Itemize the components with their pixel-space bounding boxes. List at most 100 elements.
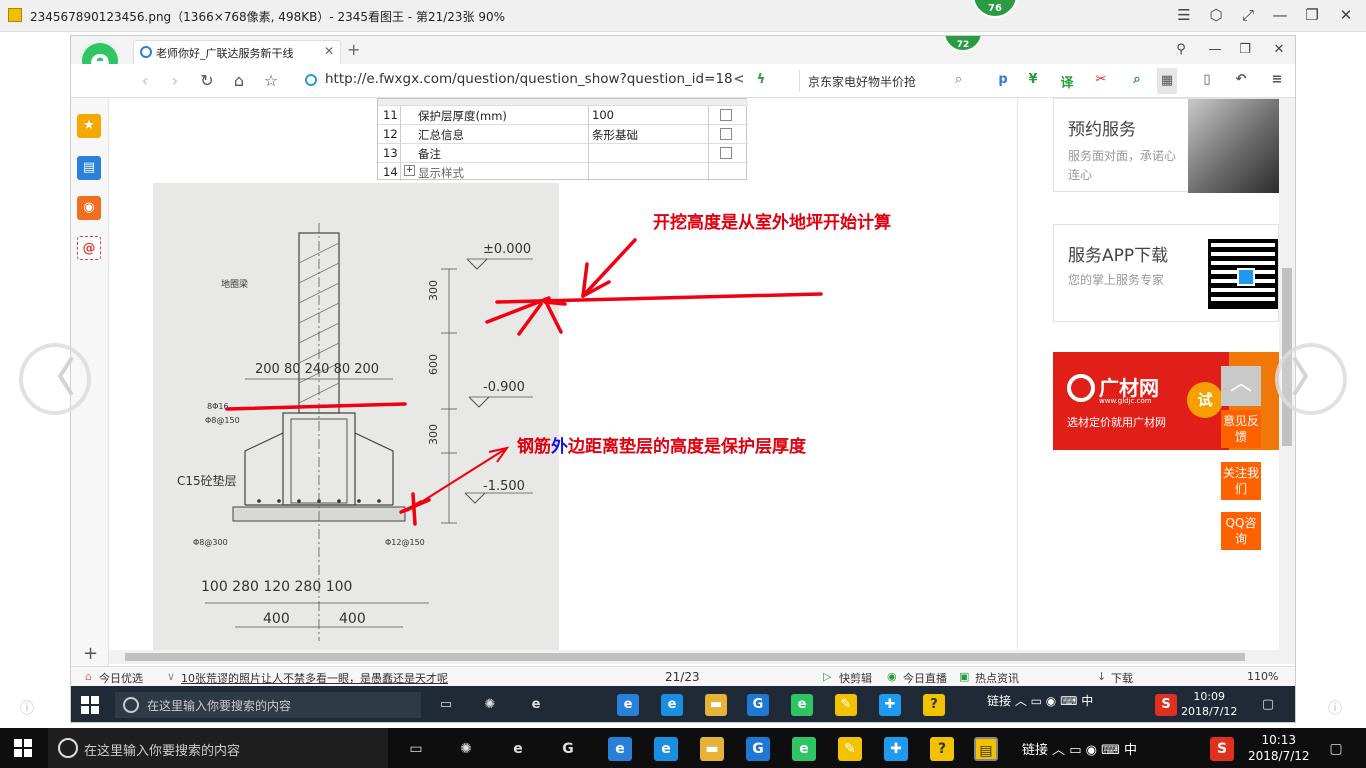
sidebar-add-icon[interactable]: + [83,643,98,664]
ie-icon[interactable]: e [654,737,678,761]
clock-date: 2018/7/12 [1248,749,1310,763]
notification-icon[interactable]: ▢ [1324,737,1348,761]
folder-icon[interactable]: ▬ [700,737,724,761]
back-to-top-button[interactable]: ︿ [1221,366,1261,406]
sidebar-weibo-icon[interactable]: ◉ [77,196,101,220]
scroll-thumb[interactable] [125,653,1245,661]
browser-restore-icon[interactable]: ❐ [1233,40,1257,60]
pin-icon[interactable]: ⚲ [1169,40,1193,60]
horizontal-scrollbar[interactable] [109,650,1279,664]
close-icon[interactable]: ✕ [1334,4,1358,26]
search-input[interactable]: 京东家电好物半价抢 [799,70,975,92]
ext-device-icon[interactable]: ▯ [1197,72,1217,90]
chevron-down-icon: ∨ [167,670,176,683]
forward-icon[interactable]: › [163,70,187,92]
app-g-icon[interactable]: G [747,694,769,716]
task-view-icon[interactable]: ▭ [435,694,457,716]
tab-active[interactable]: 老师你好_广联达服务新干线 ✕ [133,40,341,64]
quick-edit[interactable]: 快剪辑 [839,670,872,686]
viewer-info-icon-right[interactable]: ⓘ [1328,698,1342,718]
app-g-icon[interactable]: G [746,737,770,761]
fan-icon[interactable]: ✺ [454,737,478,761]
speed-icon[interactable]: ϟ [751,72,771,90]
ext-translate-icon[interactable]: 译 [1057,72,1077,91]
notes-icon[interactable]: ✎ [838,737,862,761]
undo-icon[interactable]: ↶ [1231,72,1251,90]
taskbar-search-input[interactable]: 在这里输入你要搜索的内容 [115,692,421,718]
sidebar-mail-icon[interactable]: @ [77,236,101,260]
help-icon[interactable]: ? [923,694,945,716]
row-number: 13 [383,146,398,160]
folder-icon[interactable]: ▬ [705,694,727,716]
back-icon[interactable]: ‹ [133,70,157,92]
ext-pin-icon[interactable]: p [993,72,1013,90]
next-image-button[interactable]: 〉 [1275,343,1347,415]
download[interactable]: 下载 [1111,670,1133,686]
taskbar-search-input[interactable]: 在这里输入你要搜索的内容 [48,728,388,768]
ime-icon[interactable]: S [1210,737,1234,761]
minimize-icon[interactable]: — [1268,4,1292,26]
row-checkbox[interactable] [720,147,732,159]
browser360-icon[interactable]: e [792,737,816,761]
feedback-button[interactable]: 意见反馈 [1221,410,1261,448]
favorite-star-icon[interactable]: ☆ [259,70,283,92]
browser-minimize-icon[interactable]: — [1203,40,1227,60]
fan-icon[interactable]: ✺ [479,694,501,716]
restore-icon[interactable]: ❐ [1300,4,1324,26]
edge-icon[interactable]: e [608,737,632,761]
menu-icon[interactable]: ☰ [1172,4,1196,26]
system-tray[interactable]: 链接 ︿ ▭ ◉ ⌨ 中 [1022,739,1137,758]
edge-icon[interactable]: e [617,694,639,716]
app-download-card[interactable]: 服务APP下载 您的掌上服务专家 [1053,224,1279,322]
notification-icon[interactable]: ▢ [1257,694,1279,716]
help-icon[interactable]: ? [930,737,954,761]
browser360-icon[interactable]: e [791,694,813,716]
ext-money-icon[interactable]: ¥ [1023,72,1043,90]
sidebar-news-icon[interactable]: ▤ [77,156,101,180]
news-link[interactable]: 10张荒谬的照片让人不禁多看一眼，是愚蠢还是天才呢 [181,670,448,686]
qq-button[interactable]: QQ咨询 [1221,512,1261,550]
plus-app-icon[interactable]: ✚ [884,737,908,761]
windows-start-icon[interactable] [81,696,99,714]
ext-grid-icon[interactable]: ▦ [1157,68,1177,94]
hot-news[interactable]: 热点资讯 [975,670,1019,686]
plus-app-icon[interactable]: ✚ [879,694,901,716]
refresh-icon[interactable]: ↻ [195,70,219,92]
prev-image-button[interactable]: 〈 [19,343,91,415]
row-value: 条形基础 [592,128,638,142]
expand-icon[interactable]: + [404,165,415,176]
ext-cut-icon[interactable]: ✂ [1091,72,1111,90]
ext-search-icon[interactable]: ⌕ [1127,72,1147,90]
system-tray[interactable]: 链接 ︿ ▭ ◉ ⌨ 中 [987,692,1093,709]
today-pick[interactable]: 今日优选 [99,670,143,686]
ime-icon[interactable]: S [1155,694,1177,716]
zoom-level[interactable]: 110% [1247,670,1278,683]
inner-screenshot: 老师你好_广联达服务新干线 ✕ + ⚲ — ❐ ✕ 72 e ‹ › ↻ ⌂ ☆… [70,35,1296,723]
browser-e-icon[interactable]: e [525,694,547,716]
follow-button[interactable]: 关注我们 [1221,462,1261,500]
url-input[interactable]: http://e.fwxgx.com/question/question_sho… [325,71,733,87]
sidebar-favorites-icon[interactable]: ★ [77,114,101,138]
service-booking-card[interactable]: 预约服务 服务面对面，承诺心连心 [1053,98,1280,193]
ie-icon[interactable]: e [661,694,683,716]
browser-status-bar: ⌂ 今日优选 ∨ 10张荒谬的照片让人不禁多看一眼，是愚蠢还是天才呢 21/23… [71,666,1295,686]
viewer-info-icon[interactable]: ⓘ [20,698,34,718]
windows-start-icon[interactable] [14,739,32,757]
notes-icon[interactable]: ✎ [835,694,857,716]
tab-close-icon[interactable]: ✕ [324,44,334,58]
browser-e-icon[interactable]: e [506,737,530,761]
share-icon[interactable]: < [729,72,749,90]
swirl-icon[interactable]: G [556,737,580,761]
fullscreen-icon[interactable]: ⤢ [1236,4,1260,26]
new-tab-icon[interactable]: + [347,40,360,59]
browser-close-icon[interactable]: ✕ [1267,40,1291,60]
search-icon[interactable]: ⌕ [955,72,962,87]
live[interactable]: 今日直播 [903,670,947,686]
skin-icon[interactable]: ⬡ [1204,4,1228,26]
home-icon[interactable]: ⌂ [227,70,251,92]
row-checkbox[interactable] [720,128,732,140]
image-viewer-icon[interactable]: ▤ [974,737,998,761]
row-checkbox[interactable] [720,109,732,121]
task-view-icon[interactable]: ▭ [404,737,428,761]
browser-menu-icon[interactable]: ≡ [1267,72,1287,90]
